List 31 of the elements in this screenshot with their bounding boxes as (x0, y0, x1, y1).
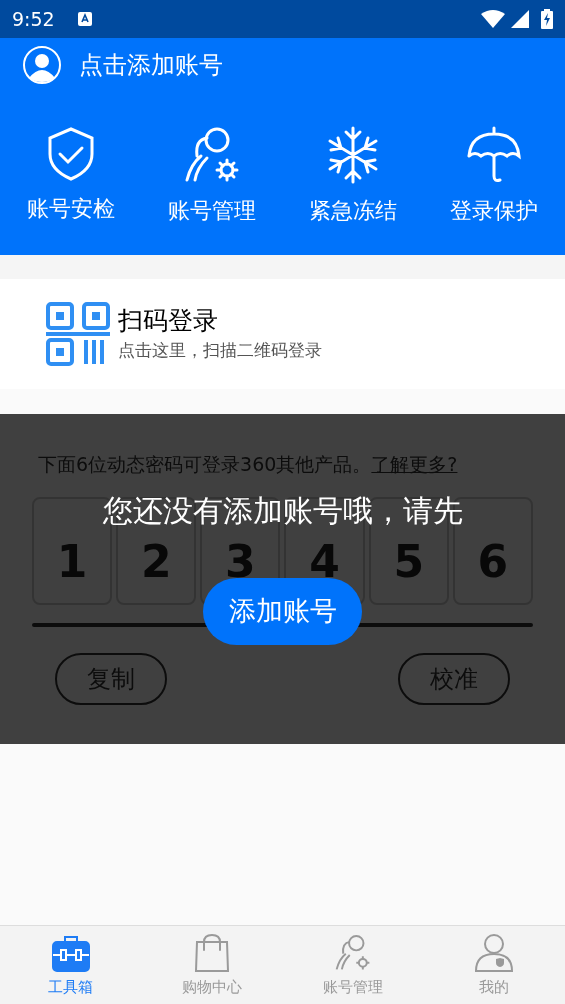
bottom-tab[interactable]: 账号管理 (282, 926, 424, 1004)
otp-digit: 3 (225, 544, 256, 579)
battery-icon (541, 9, 553, 29)
bottom-tab[interactable]: 购物中心 (141, 926, 283, 1004)
bottom-tab[interactable]: 工具箱 (0, 926, 142, 1004)
bottom-tab[interactable]: 我的 (423, 926, 565, 1004)
signal-icon (511, 10, 529, 28)
otp-digit: 5 (393, 544, 425, 579)
qr-code-icon (46, 302, 110, 366)
keyboard-icon (76, 11, 93, 27)
toolbox-icon (51, 933, 90, 972)
add-account-link[interactable]: 点击添加账号 (79, 47, 223, 83)
otp-digit: 6 (477, 544, 509, 579)
scan-login-subtitle: 点击这里，扫描二维码登录 (118, 339, 322, 363)
tool-label[interactable]: 登录保护 (450, 194, 539, 227)
tool-label[interactable]: 紧急冻结 (309, 194, 398, 227)
add-account-button[interactable]: 添加账号 (203, 578, 362, 645)
scan-login-card[interactable]: 扫码登录 点击这里，扫描二维码登录 (0, 279, 565, 389)
person-icon (474, 933, 515, 972)
shopping-bag-icon (193, 933, 230, 972)
umbrella-icon (467, 126, 522, 184)
wifi-icon (481, 10, 505, 28)
tool-label[interactable]: 账号管理 (167, 194, 256, 227)
otp-digit: 2 (140, 544, 172, 579)
tool-label[interactable]: 账号安检 (26, 192, 115, 225)
avatar-icon[interactable] (23, 46, 61, 84)
otp-digit: 4 (309, 544, 340, 579)
otp-digit: 1 (56, 544, 88, 579)
scan-login-title: 扫码登录 (118, 305, 219, 338)
overlay-message: 您还没有添加账号哦，请先 (102, 494, 463, 528)
status-time: 9:52 (12, 6, 55, 32)
